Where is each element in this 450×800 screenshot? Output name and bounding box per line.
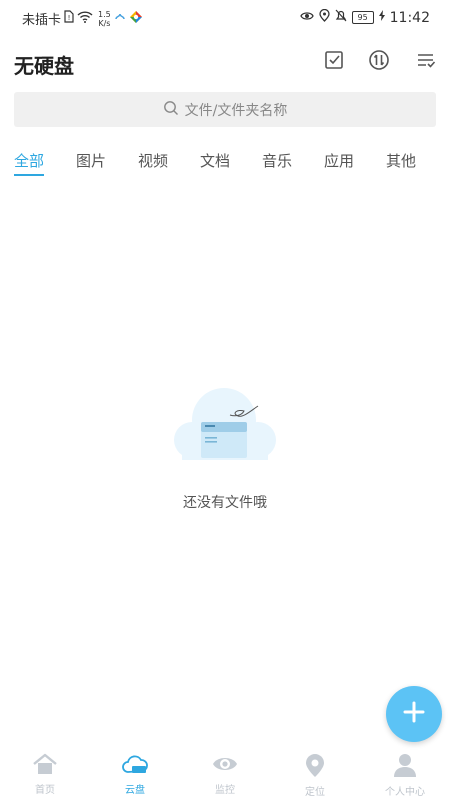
nav-label-location: 定位 [305, 787, 325, 798]
colorful-app-icon [129, 10, 143, 28]
bottom-navigation: 首页 云盘 监控 定位 个人中心 [0, 752, 450, 800]
active-tab-indicator [14, 174, 44, 176]
tab-images[interactable]: 图片 [76, 150, 106, 171]
checkbox-icon [323, 49, 345, 75]
cloud-icon [121, 752, 149, 780]
tab-music[interactable]: 音乐 [262, 150, 292, 171]
nav-label-profile: 个人中心 [385, 787, 425, 798]
sort-icon [415, 49, 437, 75]
status-bar: 未插卡 ! 1.5 K/s 95 11:42 [0, 0, 450, 34]
search-input[interactable]: 文件/文件夹名称 [14, 92, 436, 127]
person-icon [393, 752, 417, 782]
battery-indicator: 95 [351, 11, 374, 24]
nav-item-profile[interactable]: 个人中心 [360, 752, 450, 800]
multi-select-button[interactable] [322, 50, 346, 74]
wifi-icon [77, 10, 93, 27]
transfer-list-button[interactable] [367, 50, 391, 74]
status-left: 未插卡 ! 1.5 K/s [22, 9, 143, 28]
cloud-disk-screen: 未插卡 ! 1.5 K/s 95 11:42 无硬盘 文件/文件夹名称 全部 图… [0, 0, 450, 800]
empty-state-message: 还没有文件哦 [183, 495, 267, 511]
speed-value: 1.5 [98, 9, 111, 19]
eye-comfort-icon [299, 10, 314, 25]
app-notification-icon [114, 11, 126, 27]
sort-button[interactable] [414, 50, 438, 74]
search-placeholder: 文件/文件夹名称 [184, 102, 288, 119]
location-status-icon [318, 8, 330, 26]
category-tabs: 全部 图片 视频 文档 音乐 应用 其他 [0, 150, 450, 180]
eye-icon [211, 752, 239, 780]
mute-icon [335, 9, 347, 26]
nav-item-home[interactable]: 首页 [0, 752, 90, 800]
svg-text:!: ! [68, 14, 71, 22]
plus-icon [402, 700, 426, 728]
nav-label-monitor: 监控 [215, 785, 235, 796]
nav-item-monitor[interactable]: 监控 [180, 752, 270, 800]
network-speed: 1.5 K/s [98, 10, 111, 28]
empty-folder-cloud-illustration [172, 380, 278, 466]
status-right: 95 11:42 [299, 8, 430, 26]
no-sim-icon: ! [64, 10, 74, 27]
page-title: 无硬盘 [14, 54, 74, 78]
add-button[interactable] [386, 686, 442, 742]
speed-unit: K/s [98, 18, 111, 28]
nav-item-location[interactable]: 定位 [270, 752, 360, 800]
tab-documents[interactable]: 文档 [200, 150, 230, 171]
clock: 11:42 [389, 9, 430, 26]
charging-icon [378, 10, 385, 25]
nav-label-cloud: 云盘 [125, 785, 145, 796]
carrier-text: 未插卡 [22, 13, 62, 28]
home-icon [32, 752, 58, 780]
tab-all[interactable]: 全部 [14, 150, 44, 171]
nav-label-home: 首页 [35, 785, 55, 796]
tab-videos[interactable]: 视频 [138, 150, 168, 171]
search-icon [163, 100, 179, 120]
tab-apps[interactable]: 应用 [324, 150, 354, 171]
location-icon [303, 752, 327, 782]
tab-others[interactable]: 其他 [386, 150, 416, 171]
nav-item-cloud[interactable]: 云盘 [90, 752, 180, 800]
transfer-icon [368, 49, 390, 75]
